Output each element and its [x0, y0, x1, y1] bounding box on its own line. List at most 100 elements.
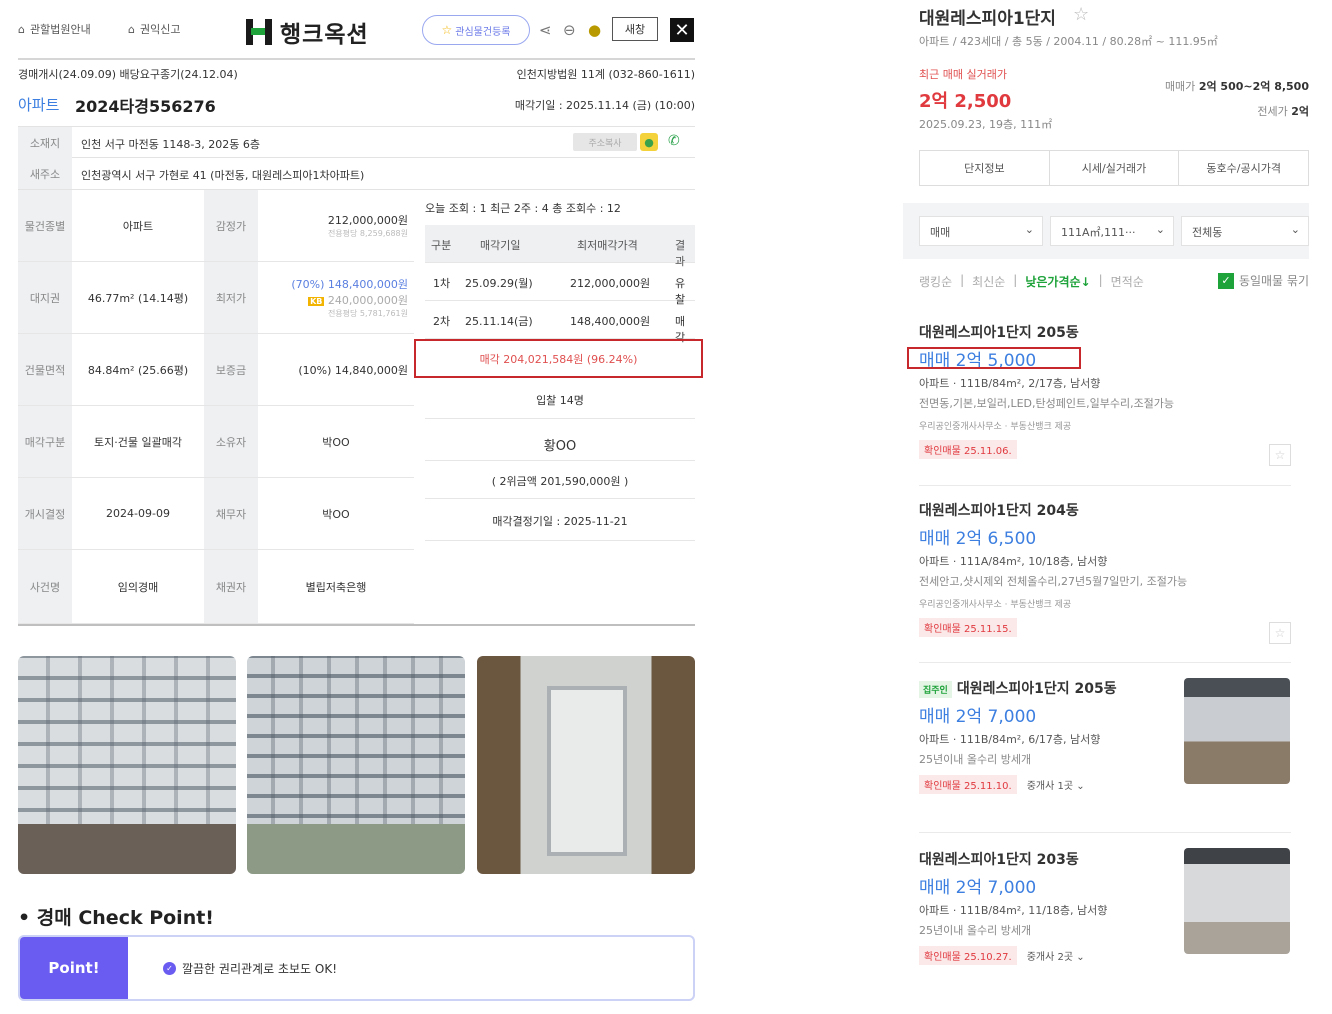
list-item[interactable]: 대원레스피아1단지 205동 매매 2억 5,000 아파트 · 111B/84…: [919, 322, 1291, 466]
complex-title: 대원레스피아1단지: [919, 9, 1056, 29]
grid-divider: [18, 624, 695, 626]
grid-label: 매각구분: [18, 406, 72, 478]
property-info-grid: 물건종별 아파트 감정가 212,000,000원 전용평당 8,259,688…: [18, 190, 414, 624]
address-row: 소재지 인천 서구 마전동 1148-3, 202동 6층 주소복사 ● ✆: [18, 126, 695, 158]
court-info-link[interactable]: ⌂ 관할법원안내: [18, 21, 91, 37]
grid-label: 채권자: [204, 550, 258, 624]
debtor-value: 박OO: [258, 478, 414, 550]
owner-tag: 집주인: [919, 680, 952, 698]
deposit-value: (10%) 14,840,000원: [258, 334, 414, 406]
group-same-toggle[interactable]: ✓ 동일매물 묶기: [1217, 272, 1309, 289]
sort-options: 랭킹순 | 최신순 | 낮은가격순↓ | 면적순: [919, 273, 1144, 290]
list-item[interactable]: 대원레스피아1단지 204동 매매 2억 6,500 아파트 · 111A/84…: [919, 500, 1291, 644]
star-icon[interactable]: ☆: [1073, 4, 1089, 25]
grid-value: 46.77m² (14.14평): [72, 262, 204, 334]
category-label: 아파트: [18, 96, 60, 114]
share-icon[interactable]: ⋖: [539, 21, 552, 39]
second-bid: ( 2위금액 201,590,000원 ): [491, 475, 629, 488]
chevron-down-icon: ⌄: [1076, 952, 1085, 963]
winner-name: 황OO: [543, 439, 577, 454]
home-icon: ⌂: [18, 22, 25, 36]
road-address-value: 인천광역시 서구 가현로 41 (마전동, 대원레스피아1차아파트): [81, 169, 365, 182]
star-icon: ☆: [441, 23, 453, 37]
complex-meta: 아파트 / 423세대 / 총 5동 / 2004.11 / 80.28㎡ ~ …: [919, 35, 1218, 48]
tab-complex-info[interactable]: 단지정보: [920, 151, 1050, 185]
sort-ranking[interactable]: 랭킹순: [919, 273, 952, 290]
entrance-photo[interactable]: [477, 656, 695, 874]
table-row: 2차 25.11.14(금) 148,400,000원 매각: [425, 301, 695, 344]
star-icon[interactable]: ☆: [1269, 444, 1291, 466]
trade-type-select[interactable]: 매매 ⌄: [919, 216, 1043, 246]
grid-label: 대지권: [18, 262, 72, 334]
copy-address-button[interactable]: 주소복사: [573, 133, 637, 151]
report-link[interactable]: ⌂ 권익신고: [128, 21, 180, 37]
chevron-down-icon: ⌄: [1076, 781, 1085, 792]
grid-label: 감정가: [204, 190, 258, 262]
listing-panel: 대원레스피아1단지 ☆ 아파트 / 423세대 / 총 5동 / 2004.11…: [903, 0, 1309, 1014]
lock-icon[interactable]: ●: [588, 21, 601, 39]
building-photo[interactable]: [247, 656, 465, 874]
favorite-button[interactable]: ☆ 관심물건등록: [422, 15, 530, 45]
confirmed-badge: 확인매물 25.10.27.: [919, 946, 1017, 965]
new-window-button[interactable]: 새창: [612, 17, 658, 41]
grid-value: 84.84m² (25.66평): [72, 334, 204, 406]
logo[interactable]: 행크옥션: [244, 15, 369, 49]
confirmed-badge: 확인매물 25.11.06.: [919, 440, 1017, 459]
check-icon: ✓: [163, 962, 176, 975]
kb-badge: KB: [308, 297, 325, 306]
star-icon[interactable]: ☆: [1269, 622, 1291, 644]
road-address-row: 새주소 인천광역시 서구 가현로 41 (마전동, 대원레스피아1차아파트): [18, 158, 695, 190]
address-label: 소재지: [18, 127, 72, 158]
checkpoint-title: • 경매 Check Point!: [18, 907, 214, 929]
view-stats: 오늘 조회 : 1 최근 2주 : 4 총 조회수 : 12: [425, 202, 621, 215]
grid-value: 임의경매: [72, 550, 204, 624]
confirmed-badge: 확인매물 25.11.10.: [919, 775, 1017, 794]
address-value: 인천 서구 마전동 1148-3, 202동 6층: [81, 138, 261, 151]
history-header: 구분 매각기일 최저매각가격 결과: [425, 225, 695, 268]
checkbox-icon: ✓: [1217, 272, 1234, 289]
tab-unit[interactable]: 동호수/공시가격: [1179, 151, 1308, 185]
chevron-down-icon: ⌄: [1024, 223, 1034, 236]
grid-label: 보증금: [204, 334, 258, 406]
checkpoint-item: ✓ 깔끔한 권리관계로 초보도 OK!: [163, 960, 337, 977]
home-icon: ⌂: [128, 22, 135, 36]
grid-label: 물건종별: [18, 190, 72, 262]
close-icon: ✕: [674, 19, 690, 41]
top-nav: ⌂ 관할법원안내 ⌂ 권익신고 행크옥션 ☆ 관심물건등록 ⋖ ⊖ ● 새창 ✕: [18, 0, 695, 60]
grid-label: 최저가: [204, 262, 258, 334]
sort-area[interactable]: 면적순: [1111, 273, 1144, 290]
grid-label: 건물면적: [18, 334, 72, 406]
sale-date: 매각기일 : 2025.11.14 (금) (10:00): [514, 99, 695, 112]
tab-price[interactable]: 시세/실거래가: [1050, 151, 1180, 185]
sort-low-price[interactable]: 낮은가격순↓: [1025, 273, 1090, 290]
owner-value: 박OO: [258, 406, 414, 478]
price-highlight-box: [907, 347, 1081, 369]
decision-date: 매각결정기일 : 2025-11-21: [492, 515, 628, 528]
print-icon[interactable]: ⊖: [563, 21, 576, 39]
schedule-info: 경매개시(24.09.09) 배당요구종기(24.12.04): [18, 68, 238, 81]
auction-panel: ⌂ 관할법원안내 ⌂ 권익신고 행크옥션 ☆ 관심물건등록 ⋖ ⊖ ● 새창 ✕…: [18, 0, 703, 1014]
bidder-count: 입찰 14명: [536, 394, 584, 407]
sold-price-highlight: 매각 204,021,584원 (96.24%): [414, 339, 703, 378]
creditor-value: 별립저축은행: [258, 550, 414, 624]
grid-value: 아파트: [72, 190, 204, 262]
building-select[interactable]: 전체동 ⌄: [1181, 216, 1309, 246]
recent-deal-label: 최근 매매 실거래가: [919, 68, 1007, 81]
confirmed-badge: 확인매물 25.11.15.: [919, 618, 1017, 637]
area-select[interactable]: 111A㎡,111··· ⌄: [1050, 216, 1174, 246]
min-price-value: (70%) 148,400,000원 KB 240,000,000원 전용평당 …: [258, 262, 414, 334]
sort-latest[interactable]: 최신순: [972, 273, 1005, 290]
listing-photo[interactable]: [1184, 678, 1290, 784]
grid-value: 2024-09-09: [72, 478, 204, 550]
grid-label: 소유자: [204, 406, 258, 478]
close-button[interactable]: ✕: [670, 18, 694, 42]
grid-label: 사건명: [18, 550, 72, 624]
agent-count-toggle[interactable]: 중개사 1곳 ⌄: [1027, 777, 1085, 792]
map-pin-icon[interactable]: ●: [640, 133, 658, 151]
building-photo[interactable]: [18, 656, 236, 874]
recent-deal-price: 2억 2,500: [919, 91, 1012, 112]
phone-icon[interactable]: ✆: [668, 133, 680, 149]
listing-photo[interactable]: [1184, 848, 1290, 954]
agent-count-toggle[interactable]: 중개사 2곳 ⌄: [1027, 948, 1085, 963]
point-badge: Point!: [20, 937, 128, 999]
